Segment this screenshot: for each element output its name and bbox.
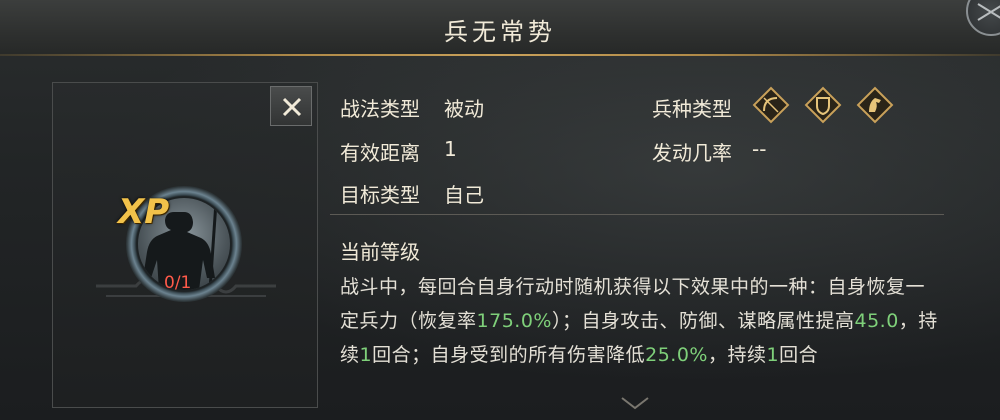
xp-label: XP [118, 192, 170, 232]
range-value: 1 [444, 137, 457, 161]
tactic-type-label: 战法类型 [340, 97, 420, 121]
target-type-value: 自己 [444, 183, 484, 207]
target-type-label: 目标类型 [340, 183, 420, 207]
stat-boost-value: 45.0 [854, 310, 899, 332]
skill-detail-window: 兵无常势 XP 0/1 战法类型 被动 有效距离 1 目标类型 自己 兵种类型 [0, 0, 1000, 420]
section-divider [330, 214, 944, 215]
desc-text-6: 回合 [779, 344, 819, 366]
close-button[interactable] [270, 86, 312, 126]
trigger-rate-value: -- [752, 137, 767, 161]
scroll-down-indicator-icon[interactable] [620, 396, 650, 410]
shield-icon[interactable] [804, 86, 842, 124]
crossed-swords-icon [977, 3, 1000, 21]
troop-type-label: 兵种类型 [652, 97, 732, 121]
close-icon [282, 97, 302, 117]
desc-text-2: ）；自身攻击、防御、谋略属性提高 [551, 310, 855, 332]
title-divider [0, 54, 1000, 56]
skill-title: 兵无常势 [444, 18, 556, 46]
archer-icon[interactable] [752, 86, 790, 124]
damage-reduction-value: 25.0% [645, 344, 708, 366]
heal-rate-value: 175.0% [476, 310, 552, 332]
duration-value-1: 1 [359, 344, 373, 366]
trigger-rate-label: 发动几率 [652, 141, 732, 165]
duration-value-2: 1 [766, 344, 780, 366]
cavalry-icon[interactable] [856, 86, 894, 124]
current-level-title: 当前等级 [340, 240, 420, 264]
tactic-type-value: 被动 [444, 97, 484, 121]
range-label: 有效距离 [340, 141, 420, 165]
desc-text-4: 回合；自身受到的所有伤害降低 [372, 344, 646, 366]
skill-description: 战斗中，每回合自身行动时随机获得以下效果中的一种：自身恢复一定兵力（恢复率175… [340, 270, 940, 372]
desc-text-5: ，持续 [707, 344, 767, 366]
xp-count: 0/1 [164, 273, 192, 293]
